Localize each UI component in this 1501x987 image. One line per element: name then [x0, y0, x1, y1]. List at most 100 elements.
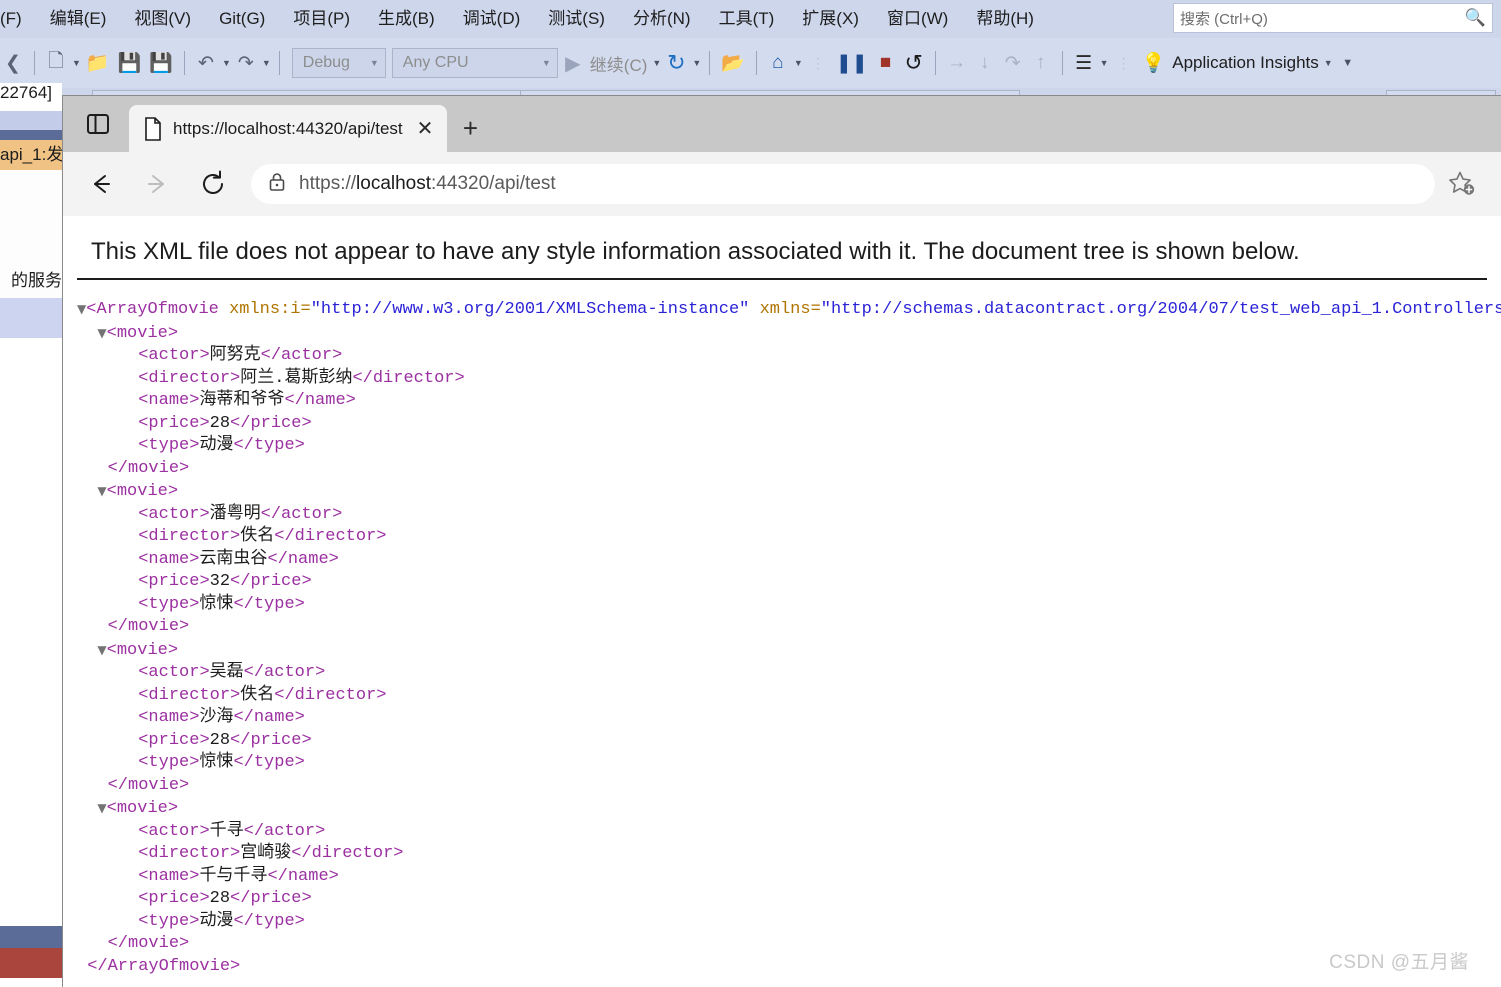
close-icon[interactable]: ✕	[413, 119, 438, 139]
toolbar-overflow-icon[interactable]: ▼	[1335, 43, 1361, 83]
home-icon[interactable]: ⌂	[765, 43, 791, 83]
arrow-right-icon[interactable]	[129, 161, 185, 207]
url-host: localhost	[356, 173, 432, 194]
save-icon[interactable]: 💾	[115, 43, 145, 83]
menu-item-analyze[interactable]: 分析(N)	[619, 0, 705, 38]
chevron-down-icon[interactable]: ▼	[222, 58, 231, 68]
browser-tab-active[interactable]: https://localhost:44320/api/test ✕	[129, 105, 448, 152]
xml-line-item-close: </movie>	[107, 934, 190, 953]
project-run-label: api_1:发	[0, 140, 62, 170]
nav-back-icon[interactable]: ❮	[0, 43, 26, 83]
xml-field-price: <price>28</price>	[138, 413, 312, 433]
favorite-star-icon[interactable]	[1435, 161, 1487, 207]
collapse-triangle-icon[interactable]: ▼	[97, 643, 106, 657]
xml-line-item-close: </movie>	[107, 775, 190, 795]
chevron-down-icon[interactable]: ▼	[262, 58, 271, 68]
document-icon	[143, 116, 163, 141]
xml-field-actor: <actor>千寻</actor>	[138, 821, 326, 841]
chevron-down-icon[interactable]: ▼	[1324, 58, 1333, 68]
collapse-triangle-icon[interactable]: ▼	[97, 801, 106, 815]
step-up-icon[interactable]: ↑	[1028, 43, 1054, 83]
xml-field-actor: <actor>潘粤明</actor>	[138, 504, 343, 524]
grip-handle[interactable]: ⋮	[805, 43, 831, 83]
threads-icon[interactable]: ☰	[1071, 43, 1097, 83]
start-debug-icon[interactable]: ▶	[560, 43, 586, 83]
collapse-triangle-icon[interactable]: ▼	[97, 326, 106, 340]
xml-style-notice: This XML file does not appear to have an…	[77, 216, 1487, 280]
xml-field-type: <type>动漫</type>	[138, 436, 305, 455]
menu-item-extensions[interactable]: 扩展(X)	[788, 0, 873, 38]
panel-status-bar	[0, 926, 62, 948]
collapse-triangle-icon[interactable]: ▼	[77, 302, 86, 316]
xml-field-director: <director>宫崎骏</director>	[138, 844, 404, 863]
output-line-number: 22764]	[0, 83, 62, 111]
xml-field-name: <name>千与千寻</name>	[138, 866, 339, 886]
platform-select[interactable]: Any CPU ▼	[391, 48, 558, 78]
chevron-down-icon[interactable]: ▼	[692, 58, 701, 68]
menu-item-project[interactable]: 项目(P)	[279, 0, 364, 38]
menu-item-help[interactable]: 帮助(H)	[962, 0, 1048, 38]
step-over-icon[interactable]: ↓	[972, 43, 998, 83]
find-in-files-icon[interactable]: 📂	[718, 43, 748, 83]
pause-icon[interactable]: ❚❚	[833, 43, 871, 83]
open-file-icon[interactable]: 📁	[83, 43, 113, 83]
xml-field-type: <type>惊悚</type>	[138, 753, 305, 772]
reload-icon[interactable]	[185, 161, 241, 207]
menu-item-debug[interactable]: 调试(D)	[449, 0, 535, 38]
restart-debug-icon[interactable]: ↺	[901, 43, 927, 83]
panel-blank-area	[0, 170, 62, 266]
browser-window: https://localhost:44320/api/test ✕ + htt…	[62, 95, 1501, 987]
step-into-icon[interactable]: →	[944, 43, 970, 83]
chevron-down-icon[interactable]: ▼	[794, 58, 803, 68]
ide-toolbar: ❮ 🗋 ▼ 📁 💾 💾 ↶ ▼ ↷ ▼ Debug ▼ Any CPU ▼ ▶ …	[0, 38, 1501, 88]
xml-line-item-open: ▼<movie>	[97, 323, 179, 343]
new-item-icon[interactable]: 🗋	[43, 43, 69, 83]
toolbar-separator	[34, 51, 35, 75]
ide-search-box[interactable]: 搜索 (Ctrl+Q) 🔍	[1173, 3, 1493, 33]
xml-line-item-open: ▼<movie>	[97, 799, 179, 818]
toolbar-separator	[1061, 51, 1063, 75]
plus-icon[interactable]: +	[447, 105, 493, 152]
menu-item-file[interactable]: (F)	[0, 0, 36, 38]
xml-field-director: <director>阿兰.葛斯彭纳</director>	[138, 368, 465, 388]
save-all-icon[interactable]: 💾	[146, 43, 176, 83]
menu-item-test[interactable]: 测试(S)	[534, 0, 619, 38]
menu-item-window[interactable]: 窗口(W)	[873, 0, 962, 38]
toolbar-separator	[278, 51, 280, 75]
page-content: This XML file does not appear to have an…	[63, 216, 1501, 987]
step-out-icon[interactable]: ↷	[1000, 43, 1026, 83]
application-insights-label[interactable]: Application Insights	[1170, 53, 1320, 73]
restart-icon[interactable]: ↻	[663, 43, 689, 83]
lightbulb-icon[interactable]: 💡	[1139, 43, 1169, 83]
xml-line-item-close: </movie>	[107, 617, 190, 636]
watermark-text: CSDN @五月酱	[1329, 952, 1469, 973]
address-bar[interactable]: https://localhost:44320/api/test	[251, 164, 1435, 204]
collapse-triangle-icon[interactable]: ▼	[97, 484, 106, 498]
arrow-left-icon[interactable]	[73, 161, 129, 207]
xml-line-item-close: </movie>	[107, 458, 190, 478]
build-configuration-select[interactable]: Debug ▼	[291, 48, 386, 78]
toolbar-separator	[183, 51, 185, 75]
chevron-down-icon[interactable]: ▼	[1100, 58, 1109, 68]
chevron-down-icon[interactable]: ▼	[652, 58, 661, 68]
xml-line-item-open: ▼<movie>	[97, 482, 179, 501]
panel-selection-row	[0, 298, 62, 338]
sidebar-toggle-icon[interactable]	[67, 96, 129, 152]
url-scheme: https://	[299, 173, 357, 194]
grip-handle[interactable]: ⋮	[1111, 43, 1137, 83]
menu-item-edit[interactable]: 编辑(E)	[36, 0, 121, 38]
menu-item-build[interactable]: 生成(B)	[364, 0, 449, 38]
toolbar-separator	[709, 51, 711, 75]
stop-icon[interactable]: ■	[873, 43, 899, 83]
undo-icon[interactable]: ↶	[193, 43, 219, 83]
chevron-down-icon[interactable]: ▼	[72, 58, 81, 68]
menu-item-git[interactable]: Git(G)	[205, 0, 279, 38]
redo-icon[interactable]: ↷	[233, 43, 259, 83]
continue-label[interactable]: 继续(C)	[588, 51, 650, 76]
chevron-down-icon: ▼	[369, 58, 379, 68]
menu-item-view[interactable]: 视图(V)	[120, 0, 205, 38]
panel-accent-bar	[0, 948, 62, 978]
url-path: :44320/api/test	[431, 173, 556, 194]
menu-item-tools[interactable]: 工具(T)	[705, 0, 789, 38]
browser-nav-bar: https://localhost:44320/api/test	[63, 152, 1501, 216]
